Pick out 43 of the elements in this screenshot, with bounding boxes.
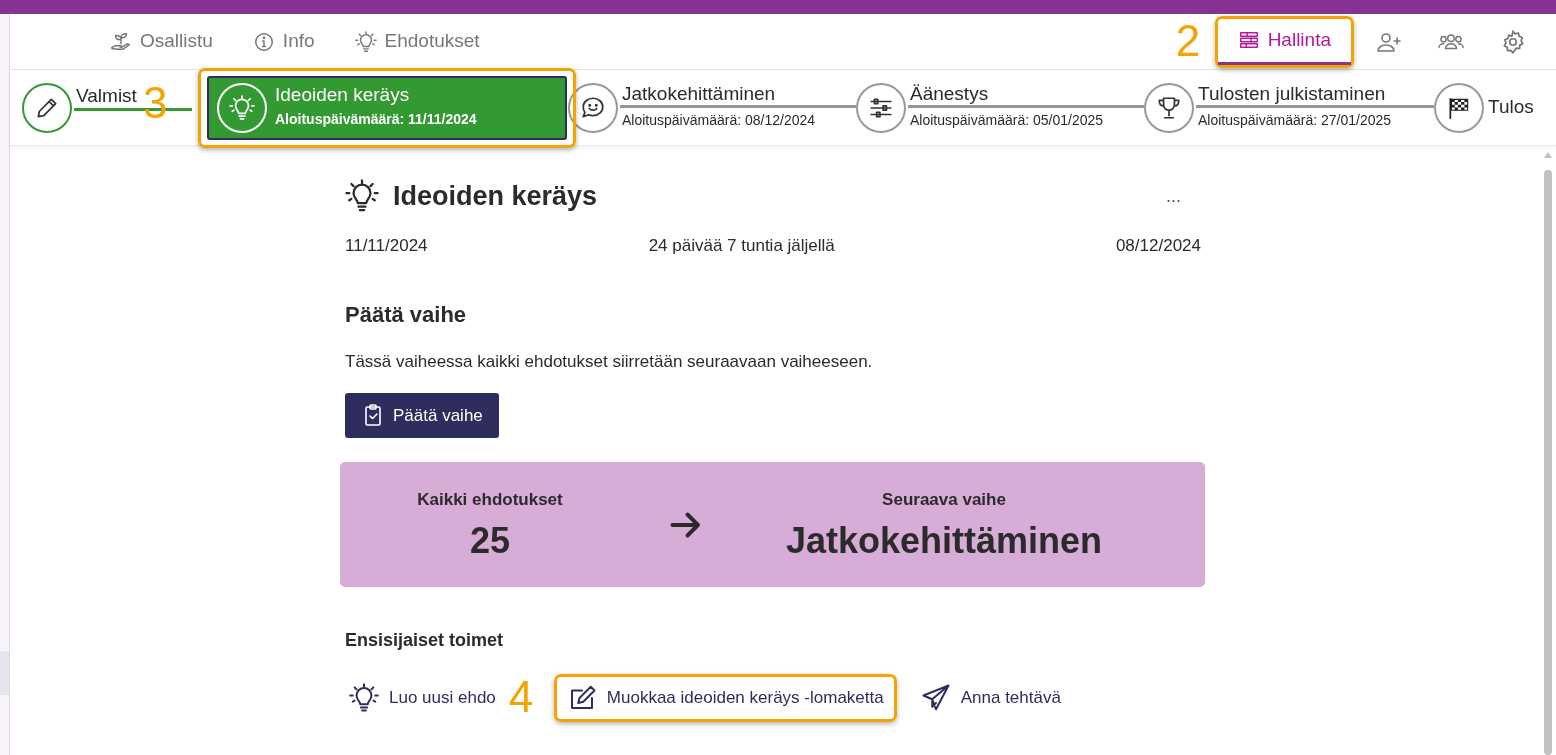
callout-number: 2 xyxy=(1175,18,1201,63)
nav-tab[interactable]: Info xyxy=(232,13,335,70)
step-title[interactable]: Jatkokehittäminen xyxy=(622,83,776,106)
description-text: Tässä vaiheessa kaikki ehdotukset siirretään seuraavaan vaiheeseen. xyxy=(345,351,874,373)
step-title[interactable]: Tulos xyxy=(1488,96,1534,119)
nav-tab[interactable]: Ehdotukset xyxy=(334,13,500,70)
stat-label: Seuraava vaihe xyxy=(882,489,1006,512)
step-title[interactable]: Tulosten julkistaminen xyxy=(1198,83,1386,106)
scroll-up-icon[interactable] xyxy=(1544,152,1552,158)
stat-value: Jatkokehittäminen xyxy=(785,518,1103,562)
end-phase-button[interactable]: Päätä vaihe xyxy=(345,392,499,438)
step-title[interactable]: Äänestys xyxy=(910,83,989,106)
current-step[interactable]: Ideoiden keräys Aloituspäivämäärä: 11/11/2024 xyxy=(207,75,567,140)
action-link[interactable]: Muokkaa ideoiden keräys -lomaketta xyxy=(558,677,892,719)
stat-value: 25 xyxy=(469,518,510,562)
admin-tab[interactable]: Hallinta xyxy=(1217,18,1351,65)
step-date: Aloituspäivämäärä: 08/12/2024 xyxy=(622,111,817,131)
nav-tab[interactable]: Osallistu xyxy=(90,13,233,70)
start-date: 11/11/2024 xyxy=(345,234,428,257)
lightbulb-icon xyxy=(345,179,379,214)
section-heading: Ensisijaiset toimet xyxy=(345,629,505,652)
step-title[interactable]: Valmist xyxy=(76,86,137,108)
more-menu-button[interactable]: ... xyxy=(1166,187,1181,206)
action-link[interactable]: Luo uusi ehdo xyxy=(341,677,504,719)
phase-title: Ideoiden keräys xyxy=(393,180,598,213)
end-date: 08/12/2024 xyxy=(1115,234,1201,257)
trophy-icon xyxy=(1156,94,1182,121)
step-date: Aloituspäivämäärä: 11/11/2024 xyxy=(275,109,478,129)
board-icon xyxy=(1237,29,1260,51)
section-heading: Päätä vaihe xyxy=(345,301,468,329)
step-title: Ideoiden keräys xyxy=(275,85,410,107)
stat-label: Kaikki ehdotukset xyxy=(417,489,563,512)
action-link[interactable]: Anna tehtävä xyxy=(912,677,1069,719)
lightbulb-icon xyxy=(229,94,255,121)
time-remaining: 24 päivää 7 tuntia jäljellä xyxy=(648,234,835,257)
callout-number: 4 xyxy=(508,675,534,719)
step-date: Aloituspäivämäärä: 27/01/2025 xyxy=(1198,111,1393,131)
lightbulb-icon xyxy=(349,683,379,713)
info-icon xyxy=(252,30,275,53)
lightbulb-icon xyxy=(354,30,377,53)
plant-icon xyxy=(110,30,132,53)
step-date: Aloituspäivämäärä: 05/01/2025 xyxy=(910,111,1105,131)
paper-plane-icon xyxy=(920,683,951,713)
